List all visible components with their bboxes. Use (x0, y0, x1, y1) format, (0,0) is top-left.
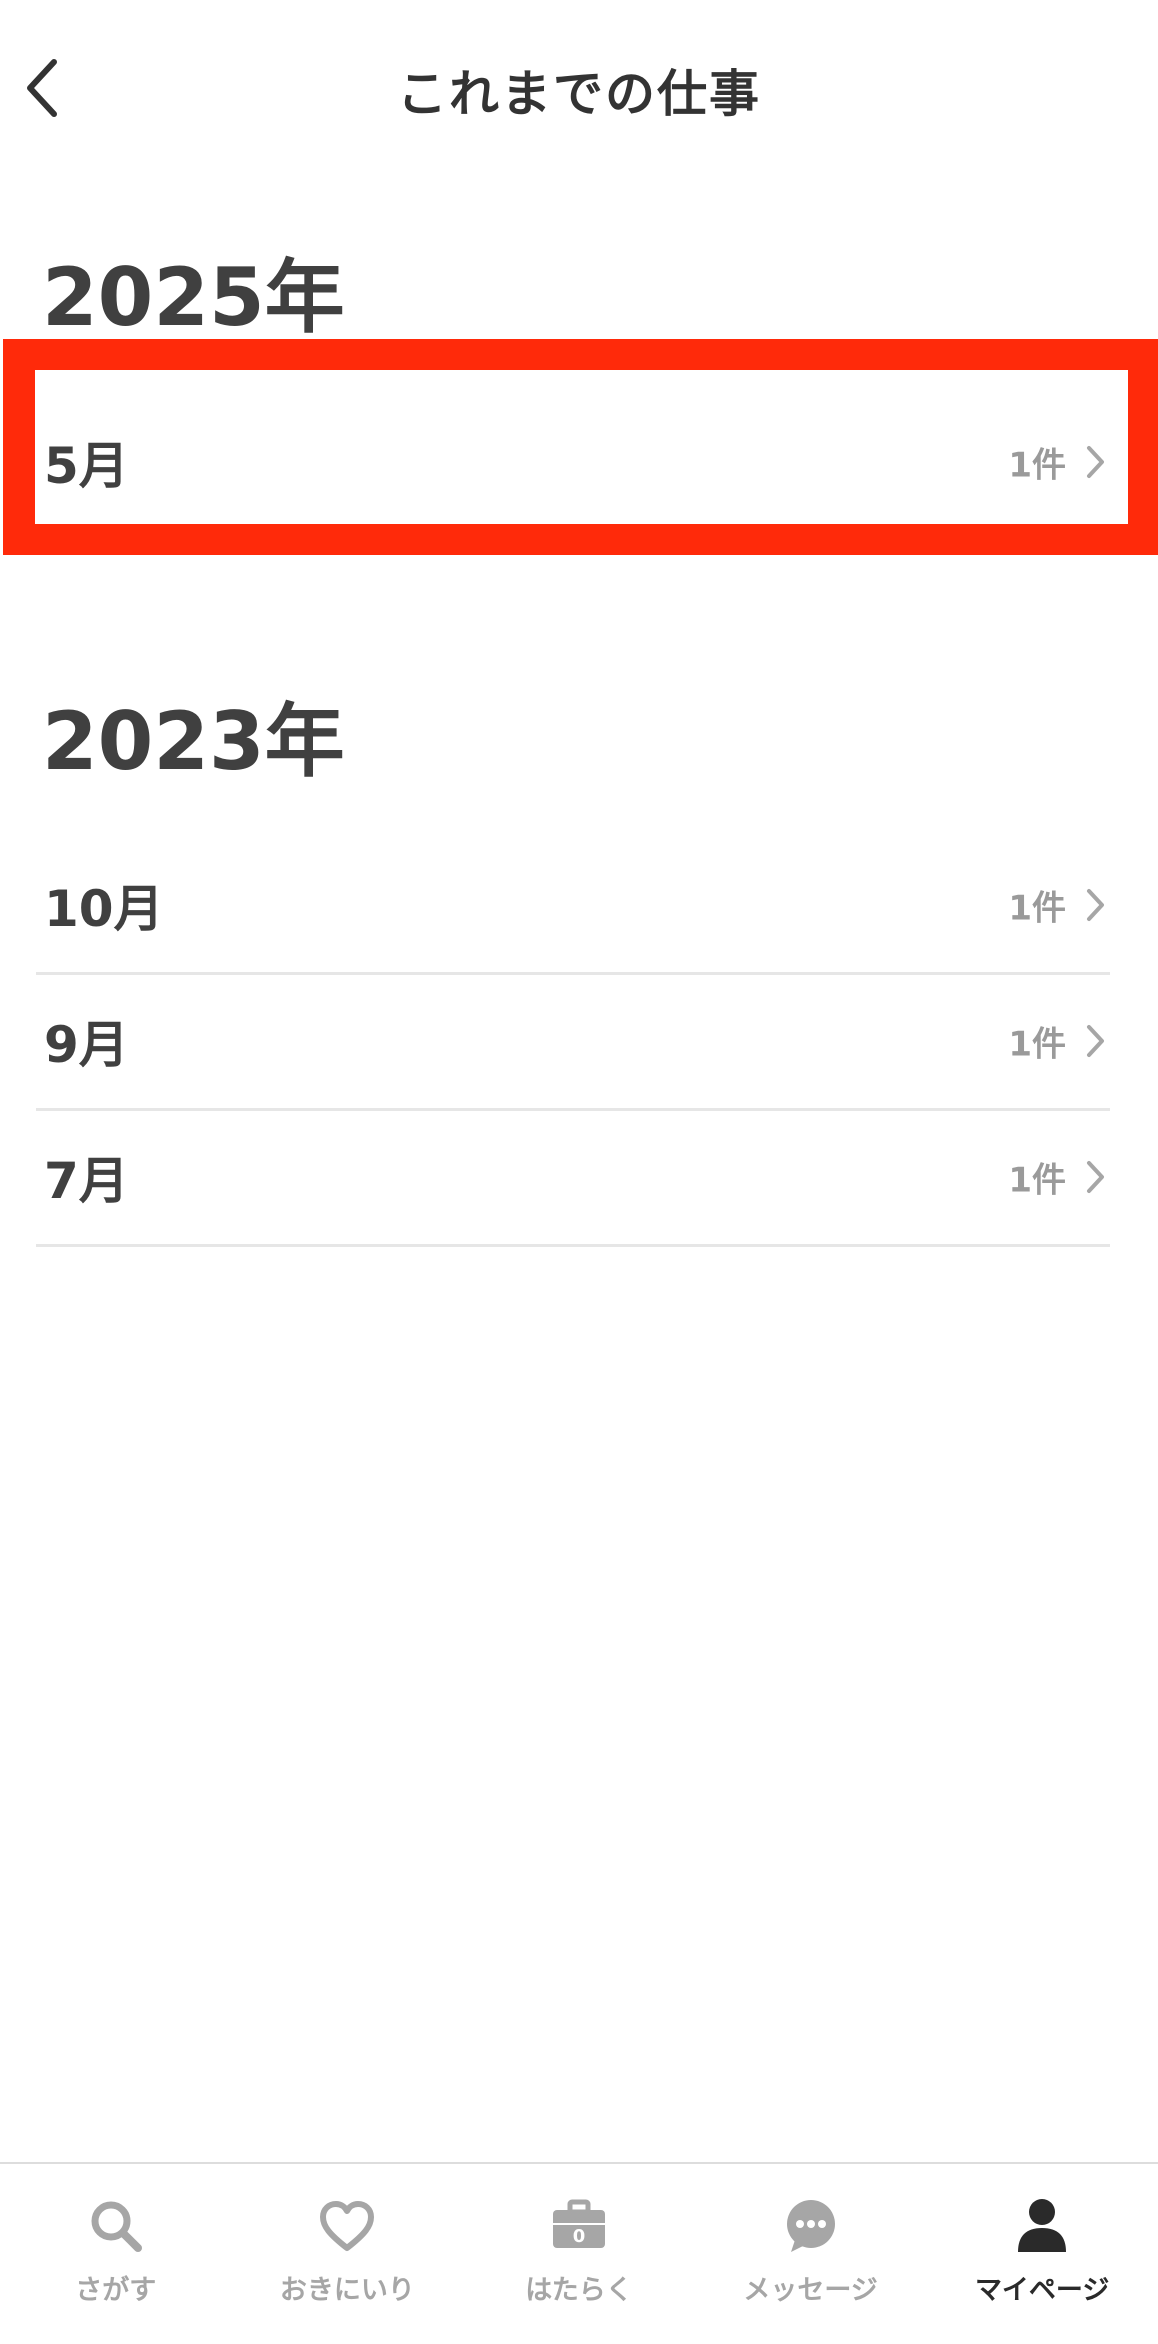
month-label: 10月 (44, 880, 164, 938)
month-label: 9月 (44, 1016, 129, 1074)
header: これまでの仕事 (0, 0, 1158, 176)
month-row-2023-7[interactable]: 7月 1件 (36, 1110, 1110, 1247)
tab-search[interactable]: さがす (0, 2164, 232, 2344)
person-icon (1010, 2194, 1074, 2258)
tab-label: さがす (75, 2275, 157, 2306)
year-heading-2025: 2025年 (42, 251, 345, 344)
month-row-2023-9[interactable]: 9月 1件 (36, 974, 1110, 1111)
tab-messages[interactable]: メッセージ (695, 2164, 927, 2344)
chat-bubble-icon (779, 2194, 843, 2258)
tab-label: はたらく (525, 2275, 633, 2306)
chevron-right-icon (1080, 1157, 1110, 1197)
job-count: 1件 (1008, 888, 1066, 929)
briefcase-icon: 0 (547, 2194, 611, 2258)
tab-label: マイページ (974, 2275, 1110, 2306)
chevron-right-icon (1080, 885, 1110, 925)
month-label: 7月 (44, 1152, 129, 1210)
tab-work[interactable]: 0 はたらく (463, 2164, 695, 2344)
work-badge: 0 (573, 2226, 586, 2247)
tab-label: メッセージ (743, 2275, 878, 2306)
month-row-2023-10[interactable]: 10月 1件 (36, 838, 1110, 975)
chevron-right-icon (1080, 1021, 1110, 1061)
search-icon (84, 2194, 148, 2258)
month-label: 5月 (44, 437, 129, 495)
tab-mypage[interactable]: マイページ (926, 2164, 1158, 2344)
heart-icon (315, 2194, 379, 2258)
bottom-tab-bar: さがす おきにいり 0 はたらく メッセージ マイページ (0, 2162, 1158, 2344)
month-row-2025-5[interactable]: 5月 1件 (36, 395, 1110, 529)
tab-label: おきにいり (279, 2275, 415, 2306)
chevron-right-icon (1080, 442, 1110, 482)
page-title: これまでの仕事 (397, 65, 761, 123)
job-count: 1件 (1008, 1160, 1066, 1201)
year-heading-2023: 2023年 (42, 695, 345, 788)
job-count: 1件 (1008, 1024, 1066, 1065)
tab-favorites[interactable]: おきにいり (232, 2164, 464, 2344)
job-count: 1件 (1008, 445, 1066, 486)
